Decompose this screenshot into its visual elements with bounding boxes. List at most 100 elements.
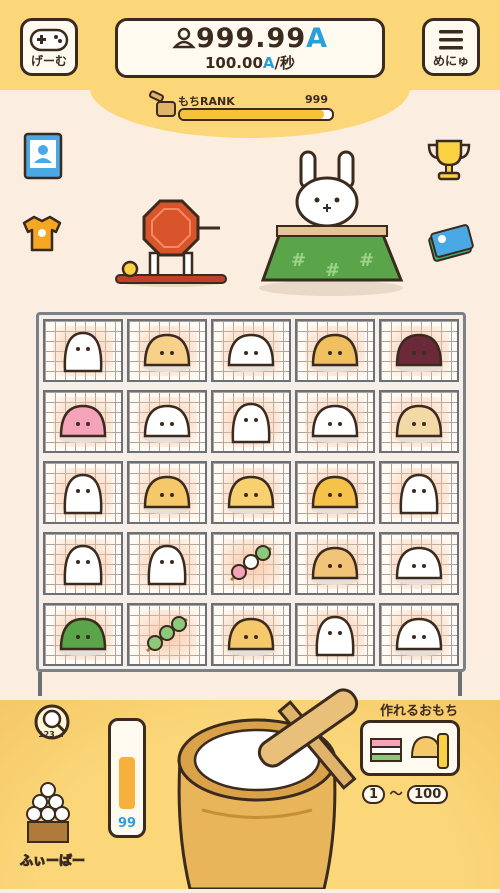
svg-text:#: # bbox=[325, 260, 340, 281]
rack-leg-right bbox=[458, 672, 462, 696]
fever-meter: 99 bbox=[108, 718, 146, 838]
plain-mochi-icon bbox=[231, 402, 271, 443]
mochi-item[interactable] bbox=[139, 398, 195, 448]
mochi-item[interactable] bbox=[391, 469, 447, 519]
grid-cell[interactable] bbox=[43, 390, 123, 453]
donut-mochi-icon bbox=[395, 404, 443, 443]
recipe-range: 1 〜 100 bbox=[362, 783, 472, 805]
cards-button[interactable] bbox=[425, 215, 477, 271]
mochi-item[interactable] bbox=[307, 327, 363, 377]
mochi-item[interactable] bbox=[391, 611, 447, 661]
grid-cell[interactable] bbox=[127, 603, 207, 666]
plain-mochi-icon bbox=[63, 331, 103, 372]
mochi-rack bbox=[36, 312, 466, 672]
glowing-mochi-icon bbox=[147, 544, 187, 585]
grid-cell[interactable] bbox=[379, 603, 459, 666]
svg-text:#: # bbox=[291, 250, 306, 271]
mochi-item[interactable] bbox=[55, 469, 111, 519]
mochi-item[interactable] bbox=[391, 398, 447, 448]
menu-button[interactable]: めにゅ bbox=[422, 18, 480, 76]
pon-de-ring-icon bbox=[143, 475, 191, 514]
grid-cell[interactable] bbox=[211, 532, 291, 595]
range-min: 1 bbox=[362, 785, 386, 804]
grid-cell[interactable] bbox=[43, 603, 123, 666]
rate-value: 100.00 bbox=[205, 54, 263, 72]
grid-cell[interactable] bbox=[211, 319, 291, 382]
shirt-button[interactable] bbox=[20, 215, 64, 257]
grid-cell[interactable] bbox=[43, 532, 123, 595]
range-tilde: 〜 bbox=[389, 787, 403, 802]
grid-cell[interactable] bbox=[379, 319, 459, 382]
rate-unit: A bbox=[262, 54, 275, 72]
mochi-item[interactable] bbox=[307, 398, 363, 448]
mochi-item[interactable] bbox=[391, 540, 447, 590]
mochi-item[interactable] bbox=[307, 469, 363, 519]
grid-cell[interactable] bbox=[127, 461, 207, 524]
grid-cell[interactable] bbox=[379, 390, 459, 453]
grid-cell[interactable] bbox=[295, 390, 375, 453]
grid-cell[interactable] bbox=[127, 390, 207, 453]
rank-label: もちRANK bbox=[178, 95, 235, 108]
mochi-item[interactable] bbox=[391, 327, 447, 377]
grid-cell[interactable] bbox=[295, 461, 375, 524]
search-button[interactable]: 123... bbox=[32, 702, 76, 750]
mochi-item[interactable] bbox=[223, 327, 279, 377]
mochi-item[interactable] bbox=[139, 611, 195, 661]
grid-cell[interactable] bbox=[127, 319, 207, 382]
mochi-on-plate-icon bbox=[395, 546, 443, 585]
mochi-item[interactable] bbox=[307, 611, 363, 661]
gamepad-icon bbox=[29, 28, 69, 52]
bunny-kotatsu[interactable]: # # # bbox=[255, 148, 410, 302]
grid-cell[interactable] bbox=[211, 390, 291, 453]
mochi-item[interactable] bbox=[55, 540, 111, 590]
money-value: 999.99 bbox=[195, 23, 307, 54]
profile-book-button[interactable] bbox=[22, 130, 64, 184]
plain-mochi-icon bbox=[399, 473, 439, 514]
cards-icon bbox=[428, 224, 474, 262]
svg-text:#: # bbox=[359, 250, 374, 271]
search-icon bbox=[34, 704, 70, 740]
mochi-item[interactable] bbox=[223, 540, 279, 590]
mochi-item[interactable] bbox=[223, 398, 279, 448]
mochi-item[interactable] bbox=[223, 469, 279, 519]
money-unit: A bbox=[306, 23, 329, 54]
grid-cell[interactable] bbox=[295, 603, 375, 666]
can-make-panel[interactable]: 作れるおもち bbox=[360, 700, 478, 782]
grid-cell[interactable] bbox=[127, 532, 207, 595]
grid-cell[interactable] bbox=[43, 461, 123, 524]
search-hint: 123... bbox=[38, 730, 64, 739]
money-display: 999.99A bbox=[118, 23, 382, 54]
rate-display: 100.00A/秒 bbox=[118, 52, 382, 73]
grid-cell[interactable] bbox=[295, 532, 375, 595]
pancake-stack-icon bbox=[311, 475, 359, 514]
shirt-icon bbox=[22, 215, 62, 252]
trophy-icon bbox=[427, 139, 471, 181]
daifuku-icon bbox=[227, 333, 275, 372]
grid-cell[interactable] bbox=[211, 461, 291, 524]
grid-cell[interactable] bbox=[43, 319, 123, 382]
grid-cell[interactable] bbox=[379, 532, 459, 595]
mochi-item[interactable] bbox=[223, 611, 279, 661]
mochi-item[interactable] bbox=[55, 611, 111, 661]
lottery-machine-illustration bbox=[115, 199, 227, 287]
trophy-button[interactable] bbox=[425, 137, 473, 187]
mochi-item[interactable] bbox=[139, 469, 195, 519]
mochi-item[interactable] bbox=[307, 540, 363, 590]
mochi-item[interactable] bbox=[139, 540, 195, 590]
rack-leg-left bbox=[38, 672, 42, 696]
mochi-item[interactable] bbox=[55, 327, 111, 377]
mochi-item[interactable] bbox=[139, 327, 195, 377]
coin-person-icon bbox=[172, 27, 196, 49]
sakura-mochi-icon bbox=[59, 404, 107, 443]
grid-cell[interactable] bbox=[379, 461, 459, 524]
grid-cell[interactable] bbox=[295, 319, 375, 382]
game-button[interactable]: げーむ bbox=[20, 18, 78, 76]
profile-book-icon bbox=[23, 132, 63, 180]
grid-cell[interactable] bbox=[211, 603, 291, 666]
lottery-machine[interactable] bbox=[110, 195, 230, 294]
strawberry-daifuku-icon bbox=[311, 404, 359, 443]
custard-bun-icon bbox=[227, 475, 275, 514]
menu-button-label: めにゅ bbox=[432, 54, 469, 68]
mochi-item[interactable] bbox=[55, 398, 111, 448]
feeder-button[interactable]: ふぃーばー bbox=[19, 780, 86, 870]
